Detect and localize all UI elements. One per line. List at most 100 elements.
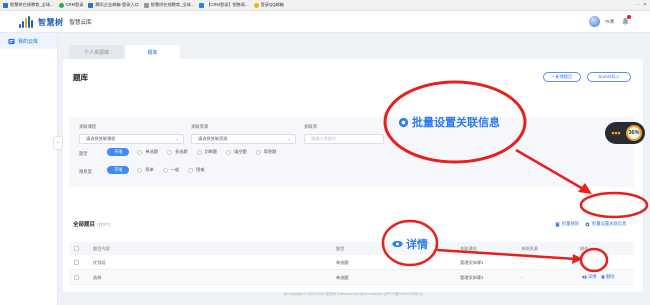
type-option-label: 判断题 <box>204 149 218 154</box>
radio-icon <box>137 167 143 173</box>
cell-resource: - <box>521 275 523 280</box>
page-title: 题库 <box>73 73 88 82</box>
bookmark[interactable]: 【CRM登录】销售易... <box>199 2 249 8</box>
question-list-title: 全部题目 (共2个) <box>73 220 111 228</box>
notification-badge <box>627 15 631 19</box>
signal-icon <box>611 131 621 135</box>
bookmark[interactable]: 登录QQ邮箱 <box>253 2 284 8</box>
radio-icon <box>196 149 202 155</box>
chevron-left-icon: ‹ <box>57 140 59 146</box>
floating-status-widget[interactable]: 36% <box>605 122 645 144</box>
column-header-resource: 关联资源 <box>521 246 538 251</box>
sidebar-item-my-cloud[interactable]: 我的云库 <box>0 33 57 49</box>
gear-icon <box>398 117 409 127</box>
column-header-actions: 操作 <box>580 246 589 251</box>
main-panel: 个人资源库 题库 题库 + 新增题目 从word导入 关联课程 请选择关联课程 ⌄… <box>63 37 643 292</box>
table-row: 选择 单选题 管理学(B课1 - 详情 删除 <box>69 270 634 285</box>
batch-set-relation-label: 批量设置关联信息 <box>592 221 627 226</box>
content-card: 题库 + 新增题目 从word导入 关联课程 请选择关联课程 ⌄ 关联资源 请选择… <box>63 59 643 292</box>
bookmark-label: 智慧树在线教育_全球... <box>150 2 195 7</box>
sidebar-item-label: 我的云库 <box>18 38 39 45</box>
bookmark-icon <box>58 2 64 8</box>
difficulty-option-all[interactable]: 不限 <box>107 166 130 174</box>
row-checkbox[interactable] <box>74 275 79 280</box>
callout-batch-set: 批量设置关联信息 <box>398 114 500 130</box>
type-option[interactable]: 多选题 <box>166 149 188 155</box>
more-icon[interactable]: ⋯ <box>635 2 640 8</box>
add-question-button[interactable]: + 新增题目 <box>543 72 581 82</box>
trash-icon <box>555 222 560 227</box>
question-type-options: 不限 单选题 多选题 判断题 填空题 简答题 <box>107 148 285 156</box>
keyword-filter-label: 关联项 <box>304 124 317 129</box>
table-header: 题目内容 题型 关联课程 关联资源 操作 <box>69 242 634 255</box>
delete-button[interactable]: 删除 <box>601 274 615 280</box>
difficulty-option-label: 一般 <box>170 167 180 172</box>
logo[interactable]: 智慧树 <box>19 15 64 28</box>
tab-question-bank[interactable]: 题库 <box>125 45 180 59</box>
keyword-input[interactable]: 请输入关键字 <box>304 134 384 144</box>
cell-resource: - <box>521 260 523 265</box>
radio-icon <box>166 149 172 155</box>
table-row: 优领培 单选题 管理学(B课1 - <box>69 255 634 270</box>
question-type-label: 题型 <box>79 151 88 156</box>
cell-course: 管理学(B课1 <box>460 275 484 280</box>
bookmark[interactable]: 腾讯企业邮箱-登录入口 <box>88 2 139 8</box>
logo-bar <box>22 20 24 28</box>
bookmark[interactable]: CRM登录 <box>58 2 84 8</box>
keyword-placeholder: 请输入关键字 <box>311 136 337 141</box>
list-title-text: 全部题目 <box>73 222 96 228</box>
bookmark-label: CRM登录 <box>65 2 84 7</box>
batch-delete-button[interactable]: 批量删除 <box>555 221 579 227</box>
batch-set-relation-button[interactable]: 批量设置关联信息 <box>585 221 626 227</box>
filter-panel: 关联课程 请选择关联课程 ⌄ 关联资源 请选择关联资源 ⌄ 关联项 请输入关键字 题… <box>69 117 634 187</box>
bookmark-icon <box>199 2 205 8</box>
bookmark[interactable]: 智慧树在线教育_全球... <box>3 2 54 8</box>
type-option-label: 填空题 <box>234 149 247 154</box>
logo-bar <box>28 15 30 28</box>
type-option[interactable]: 填空题 <box>226 149 247 155</box>
sidebar: 我的云库 <box>0 33 58 305</box>
batch-delete-label: 批量删除 <box>562 221 580 226</box>
course-select[interactable]: 请选择关联课程 ⌄ <box>79 134 184 144</box>
sidebar-collapse-button[interactable]: ‹ <box>53 136 63 150</box>
course-select-value: 请选择关联课程 <box>86 136 116 141</box>
detail-button[interactable]: 详情 <box>582 274 597 280</box>
select-all-checkbox[interactable] <box>74 246 79 251</box>
avatar[interactable] <box>589 16 600 27</box>
type-option-label: 简答题 <box>263 149 277 154</box>
trash-icon <box>601 275 605 279</box>
column-header-content: 题目内容 <box>93 246 110 251</box>
logo-bar <box>25 17 27 28</box>
radio-icon <box>162 167 168 173</box>
bookmark[interactable]: 智慧树在线教育_全球... <box>143 2 195 8</box>
difficulty-option[interactable]: 简单 <box>137 167 154 173</box>
chevron-down-icon: ⌄ <box>286 136 291 142</box>
bookmark-label: 腾讯企业邮箱-登录入口 <box>95 2 139 7</box>
tab-personal-library[interactable]: 个人资源库 <box>69 45 124 59</box>
close-icon[interactable]: ✕ <box>643 2 647 8</box>
row-checkbox[interactable] <box>74 260 79 265</box>
bookmark-icon <box>143 2 149 8</box>
difficulty-option-label: 简单 <box>145 167 154 172</box>
list-count: (共2个) <box>97 222 111 227</box>
resource-select[interactable]: 请选择关联资源 ⌄ <box>191 134 296 144</box>
resource-filter-label: 关联资源 <box>191 124 209 129</box>
type-option-all[interactable]: 不限 <box>107 148 130 156</box>
chevron-down-icon: ⌄ <box>174 136 179 142</box>
import-word-button[interactable]: 从word导入 <box>587 72 631 82</box>
radio-icon <box>188 167 194 173</box>
radio-icon <box>226 149 232 155</box>
difficulty-options: 不限 简单 一般 困难 <box>107 166 214 174</box>
app-subtitle: 智慧云库 <box>69 19 92 26</box>
type-option[interactable]: 简答题 <box>255 149 277 155</box>
difficulty-option-label: 困难 <box>196 167 205 172</box>
difficulty-option[interactable]: 困难 <box>188 167 205 173</box>
type-option[interactable]: 判断题 <box>196 149 218 155</box>
user-name[interactable]: 76课 <box>604 19 614 25</box>
type-option[interactable]: 单选题 <box>137 149 158 155</box>
eye-icon <box>582 275 587 279</box>
callout-detail-text: 详情 <box>406 239 428 251</box>
difficulty-option[interactable]: 一般 <box>162 167 180 173</box>
type-option-label: 单选题 <box>145 149 158 154</box>
cell-type: 单选题 <box>336 275 349 280</box>
